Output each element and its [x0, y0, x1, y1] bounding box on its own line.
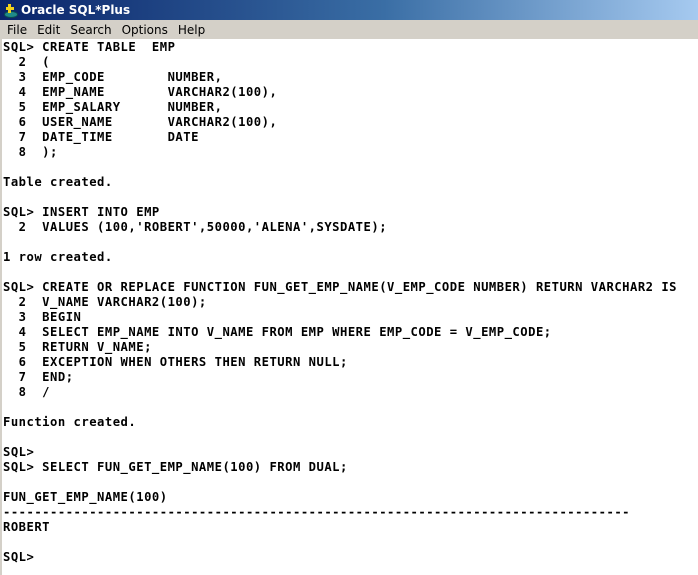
- menu-help[interactable]: Help: [173, 23, 210, 37]
- window-title: Oracle SQL*Plus: [21, 3, 131, 17]
- console-line: SQL>: [3, 445, 35, 459]
- console-line: 2 VALUES (100,'ROBERT',50000,'ALENA',SYS…: [3, 220, 388, 234]
- menu-search[interactable]: Search: [65, 23, 116, 37]
- console-line: FUN_GET_EMP_NAME(100): [3, 490, 168, 504]
- console-line: 7 DATE_TIME DATE: [3, 130, 199, 144]
- console-output: SQL> CREATE TABLE EMP 2 ( 3 EMP_CODE NUM…: [2, 39, 698, 565]
- console-line: ----------------------------------------…: [3, 505, 630, 519]
- console-line: SQL> CREATE TABLE EMP: [3, 40, 176, 54]
- console-line: 2 V_NAME VARCHAR2(100);: [3, 295, 207, 309]
- console-line: 8 );: [3, 145, 58, 159]
- sql-console[interactable]: SQL> CREATE TABLE EMP 2 ( 3 EMP_CODE NUM…: [0, 39, 698, 575]
- menu-bar: File Edit Search Options Help: [0, 20, 698, 39]
- console-line: SQL> INSERT INTO EMP: [3, 205, 160, 219]
- menu-file[interactable]: File: [0, 23, 32, 37]
- console-line: ROBERT: [3, 520, 51, 534]
- console-line: 5 RETURN V_NAME;: [3, 340, 152, 354]
- console-line: 2 (: [3, 55, 51, 69]
- console-line: 7 END;: [3, 370, 74, 384]
- console-line: SQL>: [3, 550, 35, 564]
- console-line: SQL> CREATE OR REPLACE FUNCTION FUN_GET_…: [3, 280, 678, 294]
- console-line: Table created.: [3, 175, 113, 189]
- console-line: SQL> SELECT FUN_GET_EMP_NAME(100) FROM D…: [3, 460, 348, 474]
- menu-edit[interactable]: Edit: [32, 23, 65, 37]
- console-line: 1 row created.: [3, 250, 113, 264]
- console-line: 6 EXCEPTION WHEN OTHERS THEN RETURN NULL…: [3, 355, 348, 369]
- console-line: 3 BEGIN: [3, 310, 82, 324]
- console-line: Function created.: [3, 415, 137, 429]
- menu-options[interactable]: Options: [117, 23, 173, 37]
- oracle-sqlplus-icon: [3, 3, 18, 18]
- console-line: 8 /: [3, 385, 51, 399]
- console-line: 5 EMP_SALARY NUMBER,: [3, 100, 223, 114]
- title-bar[interactable]: Oracle SQL*Plus: [0, 0, 698, 20]
- console-line: 6 USER_NAME VARCHAR2(100),: [3, 115, 278, 129]
- console-line: 4 EMP_NAME VARCHAR2(100),: [3, 85, 278, 99]
- console-line: 4 SELECT EMP_NAME INTO V_NAME FROM EMP W…: [3, 325, 552, 339]
- console-line: 3 EMP_CODE NUMBER,: [3, 70, 223, 84]
